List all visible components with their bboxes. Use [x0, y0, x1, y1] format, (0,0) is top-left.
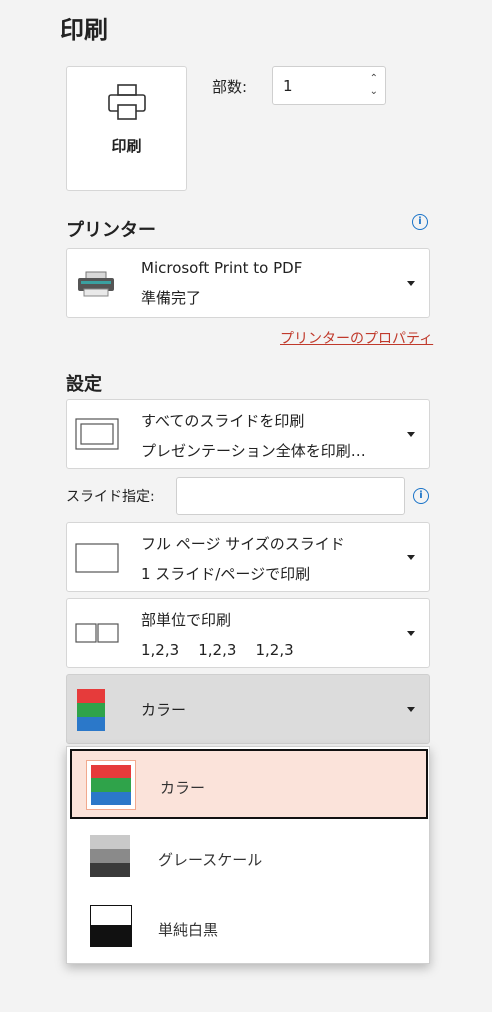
collate-line2: 1,2,3 1,2,3 1,2,3: [141, 641, 294, 659]
grayscale-swatch-icon: [90, 835, 130, 881]
layout-line1: フル ページ サイズのスライド: [141, 535, 345, 553]
color-menu-item-grayscale[interactable]: グレースケール: [70, 825, 428, 891]
printer-name: Microsoft Print to PDF: [141, 259, 303, 277]
color-dropdown[interactable]: カラー: [66, 674, 430, 744]
copies-label: 部数:: [212, 78, 248, 96]
slide-spec-label: スライド指定:: [66, 489, 155, 505]
color-swatch-icon: [86, 760, 136, 810]
menu-item-label: カラー: [160, 779, 206, 797]
collate-icon: [75, 623, 119, 647]
settings-heading: 設定: [66, 374, 102, 395]
color-menu-item-black-white[interactable]: 単純白黒: [70, 895, 428, 961]
chevron-down-icon: [407, 555, 415, 560]
slide-spec-input[interactable]: [176, 477, 405, 515]
color-swatch-icon: [77, 689, 105, 735]
collate-line1: 部単位で印刷: [141, 611, 232, 629]
printer-icon: [105, 83, 149, 123]
layout-dropdown[interactable]: フル ページ サイズのスライド 1 スライド/ページで印刷: [66, 522, 430, 592]
chevron-down-icon: [407, 432, 415, 437]
menu-item-label: グレースケール: [158, 851, 263, 869]
menu-item-label: 単純白黒: [158, 921, 219, 939]
info-icon[interactable]: i: [413, 488, 429, 504]
stepper-up-icon[interactable]: ⌃: [370, 73, 378, 84]
slides-range-line2: プレゼンテーション全体を印刷…: [141, 442, 366, 460]
printer-heading: プリンター: [66, 220, 156, 241]
collate-dropdown[interactable]: 部単位で印刷 1,2,3 1,2,3 1,2,3: [66, 598, 430, 668]
print-button[interactable]: 印刷: [66, 66, 187, 191]
full-page-slide-icon: [75, 543, 119, 577]
info-icon[interactable]: i: [412, 214, 428, 230]
color-menu-item-color[interactable]: カラー: [70, 749, 428, 819]
chevron-down-icon: [407, 631, 415, 636]
slides-icon: [75, 418, 119, 454]
printer-properties-link[interactable]: プリンターのプロパティ: [280, 328, 433, 348]
page-title: 印刷: [60, 16, 108, 44]
copies-input[interactable]: 1: [283, 77, 293, 95]
slides-range-dropdown[interactable]: すべてのスライドを印刷 プレゼンテーション全体を印刷…: [66, 399, 430, 469]
print-button-label: 印刷: [111, 137, 142, 155]
stepper-down-icon[interactable]: ⌄: [370, 86, 378, 97]
printer-status: 準備完了: [141, 289, 202, 307]
layout-line2: 1 スライド/ページで印刷: [141, 565, 311, 583]
color-selected-label: カラー: [141, 701, 187, 719]
printer-dropdown[interactable]: Microsoft Print to PDF 準備完了: [66, 248, 430, 318]
copies-stepper[interactable]: 1 ⌃ ⌄: [272, 66, 386, 105]
chevron-down-icon: [407, 281, 415, 286]
black-white-swatch-icon: [90, 905, 132, 951]
slides-range-line1: すべてのスライドを印刷: [141, 412, 305, 430]
chevron-down-icon: [407, 707, 415, 712]
color-menu: カラー グレースケール 単純白黒: [66, 746, 430, 964]
printer-device-icon: [77, 271, 115, 301]
